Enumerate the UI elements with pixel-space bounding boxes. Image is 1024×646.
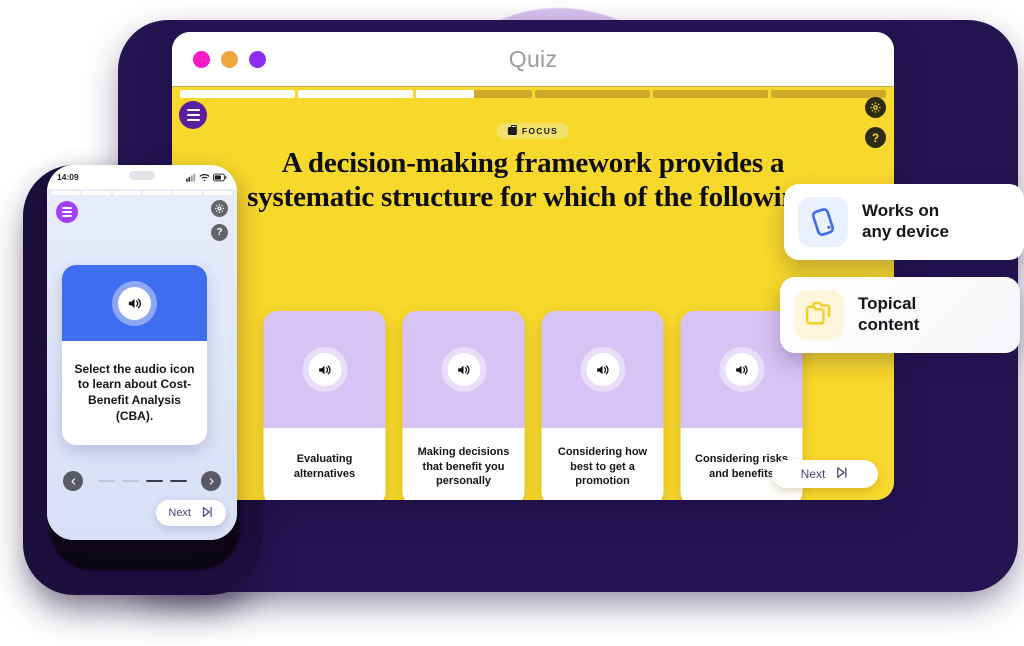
hamburger-line bbox=[62, 206, 72, 209]
progress-segment bbox=[112, 191, 141, 195]
feature-badge-device: Works on any device bbox=[784, 184, 1024, 260]
window-titlebar: Quiz bbox=[172, 32, 894, 87]
chevron-left-icon[interactable] bbox=[63, 471, 83, 491]
answer-card-media bbox=[402, 311, 525, 428]
wifi-icon bbox=[199, 173, 210, 181]
question-text: A decision-making framework provides a s… bbox=[247, 147, 819, 213]
status-badge-label: FOCUS bbox=[521, 126, 559, 136]
folder-icon bbox=[794, 290, 844, 340]
phone-card-media bbox=[62, 265, 207, 341]
pagination-dashes bbox=[90, 479, 194, 483]
pagination-dash[interactable] bbox=[169, 479, 187, 483]
progress-segment bbox=[298, 90, 414, 98]
hamburger-line bbox=[62, 215, 72, 218]
scene: Quiz ? FOCUS A decision-making framework… bbox=[0, 0, 1024, 646]
hamburger-line bbox=[186, 108, 200, 111]
phone-pagination bbox=[63, 471, 221, 491]
answer-card-label: Making decisions that benefit you person… bbox=[417, 446, 510, 488]
speaker-icon[interactable] bbox=[725, 353, 758, 386]
question-mark-icon[interactable]: ? bbox=[865, 127, 886, 148]
speaker-icon[interactable] bbox=[308, 353, 341, 386]
feature-badge-content: Topical content bbox=[780, 277, 1020, 353]
hamburger-icon[interactable] bbox=[179, 101, 207, 129]
answer-card-media bbox=[263, 311, 386, 428]
answer-card[interactable]: Making decisions that benefit you person… bbox=[402, 311, 525, 500]
mobile-phone-icon bbox=[798, 197, 848, 247]
status-badge: FOCUS bbox=[496, 123, 570, 139]
phone-notch bbox=[129, 171, 155, 180]
question-mark-icon[interactable]: ? bbox=[211, 224, 228, 241]
progress-segment bbox=[82, 191, 111, 195]
feature-badge-line1: Topical bbox=[858, 294, 917, 314]
feature-badge-line1: Works on bbox=[862, 201, 940, 221]
hamburger-line bbox=[62, 211, 72, 213]
phone-card-text: Select the audio icon to learn about Cos… bbox=[74, 361, 195, 423]
window-utility-buttons: ? bbox=[865, 97, 886, 148]
feature-badge-line2: content bbox=[858, 315, 920, 334]
skip-next-icon bbox=[834, 465, 849, 483]
phone-clock: 14:09 bbox=[57, 172, 79, 182]
answer-card-label: Evaluating alternatives bbox=[293, 453, 356, 480]
phone-next-button[interactable]: Next bbox=[156, 500, 226, 526]
answer-card-media bbox=[541, 311, 664, 428]
progress-segment bbox=[180, 90, 296, 98]
next-button-label: Next bbox=[800, 467, 826, 481]
pagination-dash[interactable] bbox=[97, 479, 115, 483]
answer-card-label: Considering how best to get a promotion bbox=[557, 446, 648, 488]
next-button[interactable]: Next bbox=[772, 460, 878, 488]
answer-card-list: Evaluating alternatives Making decisions… bbox=[263, 311, 803, 500]
phone-next-label: Next bbox=[168, 507, 191, 519]
window-title: Quiz bbox=[508, 45, 558, 72]
hamburger-line bbox=[186, 113, 200, 117]
answer-card[interactable]: Considering how best to get a promotion bbox=[541, 311, 664, 500]
phone-mockup: 14:09 ? Select the audio icon to learn a… bbox=[47, 165, 237, 540]
phone-content-card[interactable]: Select the audio icon to learn about Cos… bbox=[62, 265, 207, 445]
cellular-icon bbox=[186, 173, 196, 182]
speaker-icon[interactable] bbox=[586, 353, 619, 386]
progress-segment bbox=[52, 191, 81, 195]
phone-hamburger-icon[interactable] bbox=[56, 201, 78, 223]
hamburger-line bbox=[186, 119, 200, 122]
speaker-icon[interactable] bbox=[447, 353, 480, 386]
progress-segment bbox=[142, 191, 172, 195]
pagination-dash[interactable] bbox=[145, 479, 163, 483]
feature-badge-label: Works on any device bbox=[862, 201, 949, 242]
skip-next-icon bbox=[200, 505, 214, 522]
desktop-window: Quiz ? FOCUS A decision-making framework… bbox=[172, 32, 894, 500]
gear-icon[interactable] bbox=[211, 200, 228, 217]
progress-segment bbox=[534, 90, 650, 98]
quiz-progress-bar bbox=[180, 90, 887, 98]
answer-card[interactable]: Evaluating alternatives bbox=[263, 311, 386, 500]
progress-segment bbox=[416, 90, 532, 98]
phone-utility-buttons: ? bbox=[211, 200, 228, 241]
progress-segment bbox=[203, 191, 232, 195]
speaker-icon[interactable] bbox=[118, 286, 151, 320]
gear-icon[interactable] bbox=[865, 97, 886, 118]
phone-status-icons bbox=[186, 173, 227, 182]
feature-badge-line2: any device bbox=[862, 222, 949, 241]
pagination-dash[interactable] bbox=[121, 479, 139, 483]
phone-status-bar: 14:09 bbox=[47, 165, 237, 189]
phone-screen: ? Select the audio icon to learn about C… bbox=[47, 189, 237, 540]
briefcase-icon bbox=[507, 124, 517, 135]
feature-badge-label: Topical content bbox=[858, 294, 919, 335]
phone-progress-bar bbox=[52, 191, 232, 195]
chevron-right-icon[interactable] bbox=[201, 471, 221, 491]
progress-segment bbox=[652, 90, 768, 98]
progress-segment bbox=[173, 191, 202, 195]
battery-icon bbox=[213, 173, 227, 181]
